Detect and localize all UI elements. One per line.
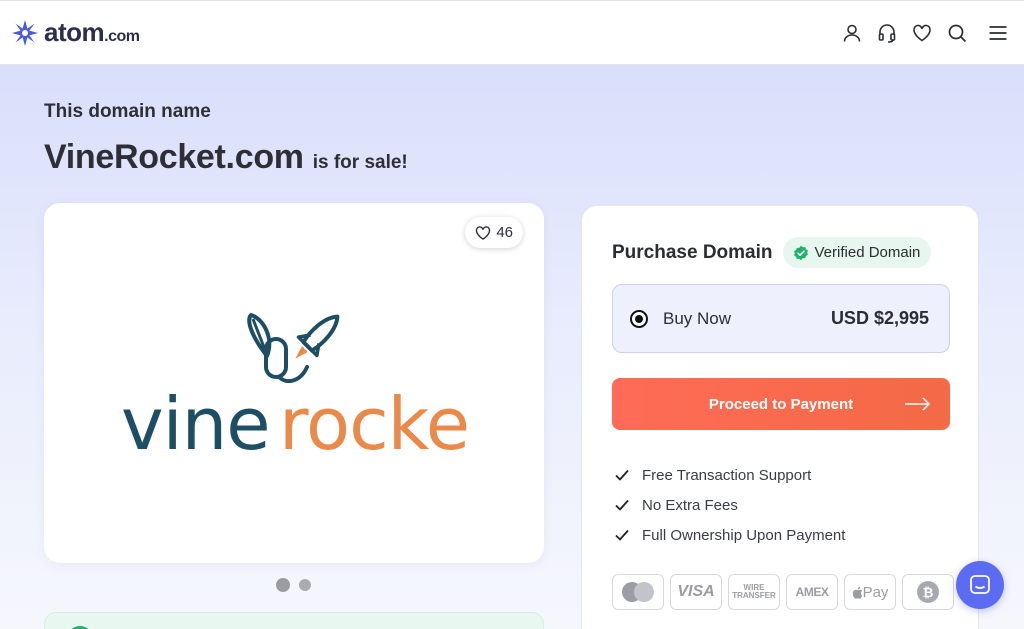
menu-icon[interactable]: [988, 23, 1008, 43]
atom-logo[interactable]: atom.com: [11, 17, 140, 48]
feature-text: Full Ownership Upon Payment: [642, 526, 846, 544]
purchase-title: Purchase Domain: [612, 241, 773, 263]
for-sale-text: is for sale!: [312, 152, 408, 173]
mastercard-badge: [612, 574, 664, 610]
atom-star-icon: [12, 19, 38, 46]
feature-item: Full Ownership Upon Payment: [614, 520, 845, 550]
apple-pay-badge: Pay: [844, 574, 896, 610]
buy-now-option[interactable]: Buy Now USD $2,995: [612, 284, 950, 353]
bitcoin-badge: ₿: [902, 574, 954, 610]
feature-text: No Extra Fees: [642, 496, 738, 514]
vinerocket-logo: vine rocket: [121, 313, 469, 461]
verified-label: Verified Domain: [814, 244, 921, 261]
feature-item: Free Transaction Support: [614, 460, 845, 490]
secondary-card-peek: [44, 612, 544, 629]
like-button[interactable]: 46: [465, 217, 523, 248]
search-icon[interactable]: [947, 23, 967, 43]
chat-launcher-button[interactable]: [956, 561, 1004, 609]
heart-icon[interactable]: [912, 23, 932, 43]
wire-transfer-badge: WIRE TRANSFER: [728, 574, 780, 610]
check-icon: [615, 469, 629, 481]
eyebrow-text: This domain name: [44, 101, 211, 122]
feature-item: No Extra Fees: [614, 490, 845, 520]
feature-list: Free Transaction Support No Extra Fees F…: [614, 460, 845, 550]
arrow-right-icon: [905, 397, 931, 411]
domain-name: VineRocket.com: [44, 138, 304, 176]
apple-icon: [852, 586, 862, 599]
buy-now-radio[interactable]: [630, 309, 648, 328]
verified-check-icon: [793, 245, 808, 260]
domain-image-card: 46 vine rocket: [44, 203, 544, 563]
visa-badge: VISA: [670, 574, 722, 610]
bitcoin-icon: ₿: [917, 581, 939, 603]
headset-icon[interactable]: [877, 23, 897, 43]
check-icon: [615, 499, 629, 511]
carousel-dot-2[interactable]: [299, 579, 311, 591]
heart-outline-icon: [476, 225, 491, 240]
apple-pay-label: Pay: [862, 583, 889, 601]
purchase-panel: Purchase Domain Verified Domain Buy Now …: [581, 205, 979, 629]
like-count: 46: [496, 224, 513, 241]
mastercard-icon: [622, 582, 654, 602]
carousel-dot-1[interactable]: [276, 578, 290, 592]
page-title: VineRocket.com is for sale!: [44, 138, 408, 177]
logo-word-rocket: rocket: [279, 382, 469, 461]
buy-now-label: Buy Now: [663, 308, 732, 328]
site-header: atom.com: [0, 0, 1024, 65]
amex-badge: AMEX: [786, 574, 838, 610]
proceed-to-payment-button[interactable]: Proceed to Payment: [612, 378, 950, 430]
buy-now-price: USD $2,995: [830, 308, 929, 328]
feature-text: Free Transaction Support: [642, 466, 812, 484]
brand-name: atom.com: [44, 17, 140, 48]
check-icon: [615, 529, 629, 541]
proceed-button-label: Proceed to Payment: [708, 395, 854, 413]
chat-icon: [970, 575, 990, 594]
brand-tld: .com: [104, 28, 140, 45]
header-actions: [842, 23, 1008, 43]
verified-badge: Verified Domain: [782, 237, 932, 268]
payment-methods: VISA WIRE TRANSFER AMEX Pay ₿: [612, 574, 954, 610]
purchase-header: Purchase Domain Verified Domain: [612, 237, 932, 268]
brand-word: atom: [44, 17, 105, 47]
logo-word-vine: vine: [121, 382, 270, 461]
user-icon[interactable]: [842, 23, 862, 43]
carousel-dots: [276, 578, 311, 592]
